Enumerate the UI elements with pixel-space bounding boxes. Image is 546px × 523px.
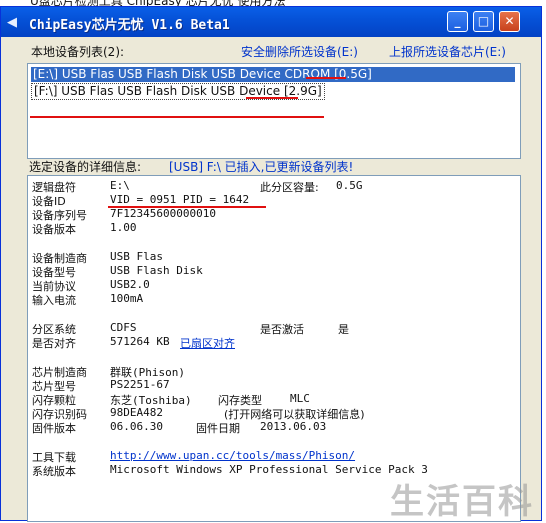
red-ink-mark — [30, 116, 324, 118]
os-label: 系统版本 — [32, 465, 76, 478]
current-label: 输入电流 — [32, 294, 76, 307]
align-label: 是否对齐 — [32, 337, 76, 350]
firmware-value: 06.06.30 — [110, 420, 163, 433]
status-message: [USB] F:\ 已插入,已更新设备列表! — [169, 160, 354, 174]
minimize-button[interactable]: _ — [447, 11, 468, 32]
chipeasy-window: ◀ ChipEasy芯片无忧 V1.6 Beta1 _ □ ✕ 本地设备列表(2… — [0, 6, 542, 522]
drive-value: E:\ — [110, 179, 130, 192]
firmware-date-value: 2013.06.03 — [260, 420, 327, 433]
report-chip-link[interactable]: 上报所选设备芯片(E:) — [389, 43, 506, 60]
vendor-value: USB Flas — [110, 250, 163, 263]
partition-capacity-value: 0.5G — [336, 179, 363, 192]
maximize-button[interactable]: □ — [473, 11, 494, 32]
active-value: 是 — [338, 323, 349, 336]
title-bar: ◀ ChipEasy芯片无忧 V1.6 Beta1 _ □ ✕ — [1, 7, 541, 37]
flash-id-value: 98DEA482 — [110, 406, 163, 419]
device-list-item[interactable]: [E:\] USB Flas USB Flash Disk USB Device… — [31, 67, 515, 82]
details-panel: 逻辑盘符 E:\ 此分区容量: 0.5G 设备ID VID = 0951 PID… — [27, 175, 521, 522]
sector-aligned-link[interactable]: 已扇区对齐 — [180, 335, 235, 351]
flash-type-value: MLC — [290, 392, 310, 405]
filesystem-value: CDFS — [110, 321, 137, 334]
current-value: 100mA — [110, 292, 144, 305]
safe-remove-link[interactable]: 安全删除所选设备(E:) — [241, 43, 358, 60]
chip-model-value: PS2251-67 — [110, 378, 170, 391]
red-ink-mark — [306, 77, 346, 79]
os-value: Microsoft Windows XP Professional Servic… — [110, 463, 428, 476]
window-title: ChipEasy芯片无忧 V1.6 Beta1 — [29, 18, 230, 33]
partition-capacity-label: 此分区容量: — [260, 181, 319, 194]
details-label: 选定设备的详细信息: — [29, 160, 142, 174]
align-value: 571264 KB — [110, 335, 170, 348]
active-label: 是否激活 — [260, 323, 304, 336]
device-listbox[interactable]: [E:\] USB Flas USB Flash Disk USB Device… — [27, 63, 521, 159]
firmware-label: 固件版本 — [32, 422, 76, 435]
vid-pid-value: VID = 0951 PID = 1642 — [110, 193, 250, 206]
tools-download-link[interactable]: http://www.upan.cc/tools/mass/Phison/ — [110, 449, 355, 462]
watermark-text: 生活百科 — [390, 482, 534, 522]
protocol-value: USB2.0 — [110, 278, 150, 291]
device-list-label: 本地设备列表(2): — [31, 45, 125, 59]
version-label: 设备版本 — [32, 223, 76, 236]
model-value: USB Flash Disk — [110, 264, 203, 277]
firmware-date-label: 固件日期 — [196, 422, 240, 435]
red-ink-mark — [246, 97, 298, 99]
serial-value: 7F12345600000010 — [110, 207, 216, 220]
app-icon: ◀ — [7, 15, 17, 30]
version-value: 1.00 — [110, 221, 137, 234]
close-button[interactable]: ✕ — [499, 11, 520, 32]
